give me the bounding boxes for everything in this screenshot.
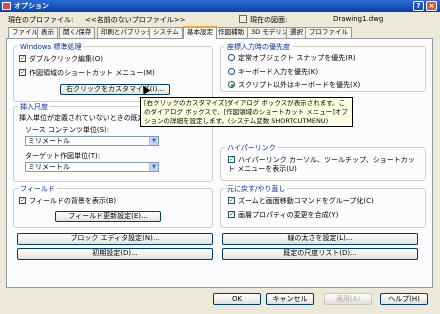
close-icon[interactable]: × bbox=[426, 1, 437, 11]
chevron-down-icon: ▼ bbox=[149, 163, 158, 171]
merge-layer-properties-checkbox[interactable]: 画層プロパティの変更を合成(Y) bbox=[228, 210, 339, 220]
checkbox-label: ズームと画面移動コマンドをグループ化(C) bbox=[238, 197, 374, 205]
block-editor-settings-button[interactable]: ブロック エディタ設定(N)... bbox=[17, 233, 213, 245]
customize-right-click-button[interactable]: 右クリックをカスタマイズ(I)... bbox=[60, 84, 170, 95]
select-value: ミリメートル bbox=[28, 137, 70, 145]
lineweight-settings-button[interactable]: 線の太さを設定(L)... bbox=[222, 233, 418, 245]
radio-icon bbox=[228, 68, 235, 75]
undo-redo-group: 元に戻す/やり直し bbox=[220, 184, 426, 228]
help-button[interactable]: ヘルプ(H) bbox=[380, 293, 428, 305]
radio-label: キーボード入力を優先(K) bbox=[238, 68, 319, 76]
checkbox-label: ダブルクリック編集(O) bbox=[29, 55, 103, 63]
drawing-label: 現在の図面: bbox=[250, 16, 288, 24]
group-zoom-pan-checkbox[interactable]: ズームと画面移動コマンドをグループ化(C) bbox=[228, 196, 374, 206]
default-scale-list-button[interactable]: 既定の尺度リスト(D)... bbox=[222, 248, 418, 260]
select-value: ミリメートル bbox=[28, 163, 70, 171]
profile-info-bar: 現在のプロファイル: <<名前のないプロファイル>> 現在の図面: Drawin… bbox=[0, 15, 440, 26]
checkbox-label: 作図領域のショートカット メニュー(M) bbox=[29, 69, 155, 77]
keyboard-except-scripts-radio[interactable]: スクリプト以外はキーボードを優先(X) bbox=[228, 81, 360, 90]
initial-setup-button[interactable]: 初期設定(D)... bbox=[17, 248, 213, 260]
checkbox-label: ハイパーリンク カーソル、ツールチップ、ショートカット メニューを表示(U) bbox=[228, 156, 415, 173]
insertion-scale-description: 挿入単位が定義されていないときの既定 bbox=[19, 114, 145, 122]
ok-button[interactable]: OK bbox=[213, 293, 261, 305]
help-title-button[interactable]: ? bbox=[413, 1, 424, 11]
tab-system[interactable]: システム bbox=[149, 27, 183, 38]
checkbox-icon bbox=[19, 54, 26, 63]
source-units-select[interactable]: ミリメートル ▼ bbox=[25, 136, 159, 146]
window-title: オプション bbox=[14, 2, 49, 10]
radio-label: 定常オブジェクト スナップを優先(R) bbox=[238, 54, 356, 62]
chevron-down-icon: ▼ bbox=[149, 137, 158, 145]
group-title: ハイパーリンク bbox=[225, 143, 278, 153]
tooltip: [右クリックのカスタマイズ]ダイアログ ボックスが表示されます。このダイアログ … bbox=[140, 97, 353, 127]
radio-icon bbox=[228, 81, 235, 88]
fields-group: フィールド bbox=[13, 184, 213, 228]
hyperlink-cursor-checkbox[interactable]: ハイパーリンク カーソル、ツールチップ、ショートカット メニューを表示(U) bbox=[228, 155, 418, 174]
tab-display[interactable]: 表示 bbox=[37, 27, 58, 38]
target-units-select[interactable]: ミリメートル ▼ bbox=[25, 162, 159, 172]
drawing-value: Drawing1.dwg bbox=[333, 15, 384, 23]
double-click-edit-checkbox[interactable]: ダブルクリック編集(O) bbox=[19, 54, 103, 64]
tab-selection[interactable]: 選択 bbox=[286, 27, 307, 38]
checkbox-icon bbox=[228, 155, 235, 164]
source-units-label: ソース コンテンツ単位(S): bbox=[25, 126, 110, 134]
group-title: Windows 標準処理 bbox=[18, 42, 84, 52]
apply-button[interactable]: 適用(A) bbox=[324, 293, 372, 305]
checkbox-label: 画層プロパティの変更を合成(Y) bbox=[238, 211, 339, 219]
keyboard-entry-radio[interactable]: キーボード入力を優先(K) bbox=[228, 68, 318, 77]
drawing-icon bbox=[239, 15, 247, 23]
group-title: 挿入尺度 bbox=[18, 102, 50, 112]
checkbox-icon bbox=[19, 68, 26, 77]
radio-icon bbox=[228, 54, 235, 61]
group-title: 座標入力時の優先度 bbox=[225, 42, 292, 52]
group-title: 元に戻す/やり直し bbox=[225, 184, 288, 194]
user-preferences-panel: Windows 標準処理 ダブルクリック編集(O) 作図領域のショートカット メ… bbox=[6, 38, 433, 288]
group-title: フィールド bbox=[18, 184, 57, 194]
checkbox-label: フィールドの背景を表示(B) bbox=[29, 197, 117, 205]
shortcut-menu-checkbox[interactable]: 作図領域のショートカット メニュー(M) bbox=[19, 68, 155, 78]
tab-profiles[interactable]: プロファイル bbox=[305, 27, 352, 38]
field-background-checkbox[interactable]: フィールドの背景を表示(B) bbox=[19, 196, 117, 206]
checkbox-icon bbox=[228, 210, 235, 219]
target-units-label: ターゲット作図単位(T): bbox=[25, 152, 101, 160]
cancel-button[interactable]: キャンセル bbox=[266, 293, 314, 305]
field-update-settings-button[interactable]: フィールド更新設定(E)... bbox=[55, 211, 161, 222]
title-bar: オプション ? × bbox=[0, 0, 440, 12]
running-osnap-radio[interactable]: 定常オブジェクト スナップを優先(R) bbox=[228, 54, 356, 63]
profile-label: 現在のプロファイル: bbox=[8, 16, 74, 24]
tab-drafting[interactable]: 作図補助 bbox=[214, 27, 248, 38]
app-icon bbox=[2, 2, 11, 10]
profile-value: <<名前のないプロファイル>> bbox=[85, 16, 186, 24]
tab-user-preferences[interactable]: 基本設定 bbox=[183, 26, 217, 39]
checkbox-icon bbox=[19, 196, 26, 205]
radio-label: スクリプト以外はキーボードを優先(X) bbox=[238, 81, 361, 89]
tab-open-save[interactable]: 開く/保存 bbox=[59, 27, 96, 38]
checkbox-icon bbox=[228, 196, 235, 205]
